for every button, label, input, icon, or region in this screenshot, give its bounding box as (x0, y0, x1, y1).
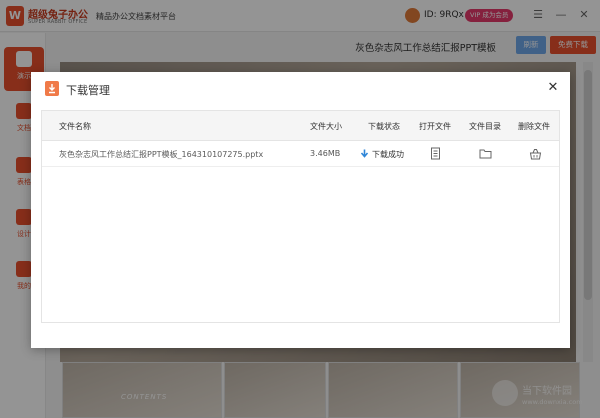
column-header-delete: 删除文件 (518, 122, 550, 131)
download-icon (45, 81, 59, 96)
column-header-name: 文件名称 (59, 122, 91, 131)
dialog-title: 下载管理 (66, 84, 110, 97)
column-header-folder: 文件目录 (469, 122, 501, 131)
column-header-status: 下载状态 (368, 122, 400, 131)
column-header-size: 文件大小 (310, 122, 342, 131)
table-row: 灰色杂志风工作总结汇报PPT模板_164310107275.pptx 3.46M… (42, 141, 559, 167)
file-icon[interactable] (429, 147, 442, 160)
trash-icon[interactable] (529, 147, 542, 160)
download-manager-dialog: 下载管理 ✕ 文件名称 文件大小 下载状态 打开文件 文件目录 删除文件 灰色杂… (31, 72, 570, 348)
table-header: 文件名称 文件大小 下载状态 打开文件 文件目录 删除文件 (42, 111, 559, 141)
close-icon[interactable]: ✕ (545, 80, 561, 96)
download-arrow-icon (360, 149, 369, 158)
file-size: 3.46MB (310, 149, 341, 158)
folder-icon[interactable] (479, 147, 492, 160)
column-header-open: 打开文件 (419, 122, 451, 131)
file-name: 灰色杂志风工作总结汇报PPT模板_164310107275.pptx (59, 150, 264, 159)
download-status: 下载成功 (372, 150, 404, 159)
download-table: 文件名称 文件大小 下载状态 打开文件 文件目录 删除文件 灰色杂志风工作总结汇… (41, 110, 560, 323)
